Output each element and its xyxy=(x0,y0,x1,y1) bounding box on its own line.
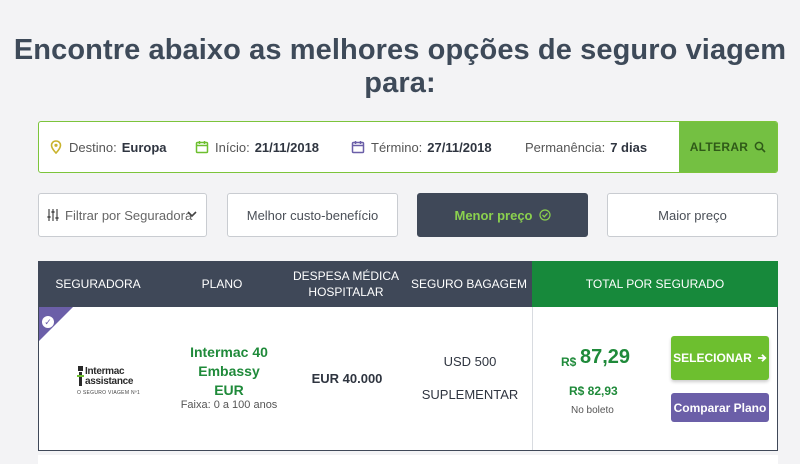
plan-name-line1: Intermac 40 Embassy xyxy=(190,344,268,379)
bagagem-value: USD 500 xyxy=(443,354,497,369)
seguradora-filter-placeholder: Filtrar por Seguradora xyxy=(65,207,193,223)
filter-sliders-icon xyxy=(47,209,59,221)
termino-value: 27/11/2018 xyxy=(427,139,492,155)
page-headline: Encontre abaixo as melhores opções de se… xyxy=(13,34,787,99)
check-icon: ✓ xyxy=(42,316,54,328)
permanencia-field: Permanência: 7 dias xyxy=(525,140,647,155)
permanencia-label: Permanência: xyxy=(525,139,606,155)
inicio-label: Início: xyxy=(215,139,250,155)
logo-text-line2: assistance xyxy=(85,376,134,387)
logo-tagline: O SEGURO VIAGEM Nº1 xyxy=(77,390,141,396)
alterar-button[interactable]: ALTERAR xyxy=(679,122,777,172)
bagagem-type: SUPLEMENTAR xyxy=(421,387,519,402)
check-circle-icon xyxy=(538,209,551,221)
sort-menor-preco-button[interactable]: Menor preço xyxy=(417,193,588,237)
calendar-icon xyxy=(195,141,209,154)
destino-field: Destino: Europa xyxy=(49,140,167,155)
header-despesa-line2: HOSPITALAR xyxy=(308,285,384,299)
header-bagagem: SEGURO BAGAGEM xyxy=(410,277,528,291)
inicio-field: Início: 21/11/2018 xyxy=(195,140,319,155)
price-currency: R$ xyxy=(561,355,577,369)
plan-age-range: Faixa: 0 a 100 anos xyxy=(180,399,278,411)
search-icon xyxy=(754,141,766,153)
header-plano: PLANO xyxy=(201,277,243,291)
sort-menor-preco-label: Menor preço xyxy=(454,207,533,223)
plan-name[interactable]: Intermac 40 Embassy EUR xyxy=(159,343,299,400)
chevron-down-icon xyxy=(187,211,197,218)
calendar-icon xyxy=(351,141,365,154)
termino-label: Término: xyxy=(371,139,423,155)
sort-maior-preco-button[interactable]: Maior preço xyxy=(607,193,778,237)
permanencia-value: 7 dias xyxy=(610,139,648,155)
select-plan-label: SELECIONAR xyxy=(673,351,752,365)
seguradora-filter-select[interactable]: Filtrar por Seguradora xyxy=(38,193,207,237)
inicio-value: 21/11/2018 xyxy=(254,139,320,155)
price-boleto-note: No boleto xyxy=(571,405,614,416)
header-seguradora: SEGURADORA xyxy=(55,277,141,291)
price-value: 87,29 xyxy=(580,346,631,368)
map-pin-icon xyxy=(50,140,62,154)
results-table-header: SEGURADORA PLANO DESPESA MÉDICA HOSPITAL… xyxy=(38,261,778,307)
intermac-logo: Intermac assistance O SEGURO VIAGEM Nº1 xyxy=(75,362,145,402)
total-cell: R$ 87,29 R$ 82,93 No boleto SELECIONAR C… xyxy=(532,307,778,450)
destino-value: Europa xyxy=(121,139,167,155)
arrow-right-icon xyxy=(757,354,767,362)
price-boleto: R$ 82,93 xyxy=(569,384,618,398)
intermac-mark-icon xyxy=(77,366,84,386)
select-plan-button[interactable]: SELECIONAR xyxy=(671,336,769,380)
header-despesa: DESPESA MÉDICA HOSPITALAR xyxy=(286,261,406,307)
header-despesa-line1: DESPESA MÉDICA xyxy=(292,269,400,283)
plan-name-line2: EUR xyxy=(214,382,244,398)
header-total: TOTAL POR SEGURADO xyxy=(532,261,778,307)
termino-field: Término: 27/11/2018 xyxy=(351,140,492,155)
destino-label: Destino: xyxy=(69,139,117,155)
table-row: ✓ Intermac assistance O SEGURO VIAGEM Nº… xyxy=(38,307,778,451)
sort-custo-beneficio-button[interactable]: Melhor custo-benefício xyxy=(227,193,398,237)
search-summary-bar: Destino: Europa Início: 21/11/2018 Térmi… xyxy=(38,121,778,173)
compare-plan-label: Comparar Plano xyxy=(673,400,767,415)
despesa-value: EUR 40.000 xyxy=(311,371,383,386)
sort-custo-beneficio-label: Melhor custo-benefício xyxy=(246,207,379,223)
alterar-label: ALTERAR xyxy=(689,140,749,154)
next-row-edge xyxy=(38,455,778,464)
sort-maior-preco-label: Maior preço xyxy=(658,207,727,223)
compare-plan-button[interactable]: Comparar Plano xyxy=(671,393,769,422)
